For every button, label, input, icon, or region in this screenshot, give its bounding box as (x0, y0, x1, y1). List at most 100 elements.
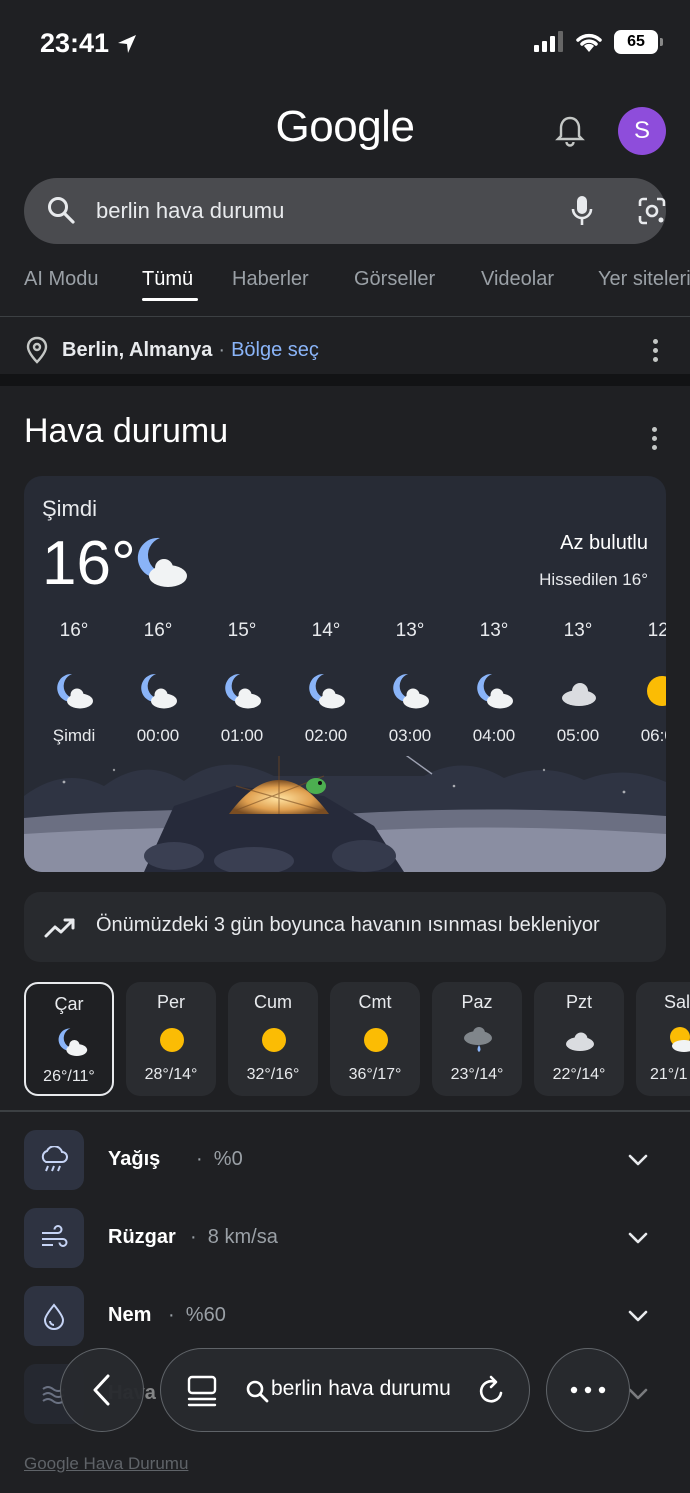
sun-icon (160, 1028, 184, 1052)
detail-value: 8 km/sa (207, 1226, 278, 1248)
hourly-temp: 14° (311, 620, 341, 641)
tab-news[interactable]: Haberler (232, 268, 309, 291)
moon-cloud-icon (477, 673, 513, 709)
day-temps: 32°/16° (246, 1066, 300, 1083)
condition-text: Az bulutlu (560, 532, 648, 554)
moon-cloud-icon (309, 673, 345, 709)
moon-cloud-icon (141, 673, 177, 709)
detail-value-wrap: · %60 (168, 1304, 226, 1327)
battery-icon: 65 (614, 30, 663, 54)
moon-cloud-icon (393, 673, 429, 709)
detail-dot: · (168, 1304, 175, 1326)
detail-value: %0 (213, 1148, 243, 1170)
day-card[interactable]: Cmt 36°/17° (330, 982, 420, 1096)
search-query[interactable]: berlin hava durumu (96, 198, 284, 224)
tab-ai-mode[interactable]: AI Modu (24, 268, 98, 291)
detail-value-wrap: · 8 km/sa (190, 1226, 278, 1249)
weather-menu-icon[interactable] (652, 427, 658, 454)
status-bar: 23:41 65 (0, 0, 690, 90)
feels-like-text: Hissedilen 16° (539, 570, 648, 589)
chevron-down-icon[interactable] (626, 1306, 650, 1326)
address-bar[interactable]: berlin hava durumu (160, 1348, 530, 1432)
search-tabs: AI Modu Tümü Haberler Görseller Videolar… (24, 262, 690, 314)
day-card[interactable]: Sal 21°/1 (636, 982, 690, 1096)
hourly-temp: 12° (647, 620, 666, 641)
rain-cloud-icon (464, 1027, 492, 1052)
day-card[interactable]: Pzt 22°/14° (534, 982, 624, 1096)
day-card[interactable]: Cum 32°/16° (228, 982, 318, 1096)
location-separator: · (218, 338, 226, 361)
sun-icon (262, 1028, 286, 1052)
more-options-button[interactable] (546, 1348, 630, 1432)
detail-dot: · (190, 1226, 197, 1248)
wifi-icon (576, 33, 602, 52)
google-lens-icon[interactable] (636, 195, 668, 227)
hourly-temp: 13° (479, 620, 509, 641)
now-label: Şimdi (42, 496, 98, 521)
location-pin-icon (26, 336, 48, 364)
url-text[interactable]: berlin hava durumu (271, 1377, 453, 1401)
search-bar[interactable]: berlin hava durumu (24, 178, 666, 244)
chevron-down-icon[interactable] (626, 1228, 650, 1248)
precipitation-row[interactable]: Yağış · %0 (24, 1130, 666, 1190)
tab-videos[interactable]: Videolar (481, 268, 554, 291)
tab-images[interactable]: Görseller (354, 268, 435, 291)
day-temps: 26°/11° (43, 1068, 95, 1085)
wind-row[interactable]: Rüzgar · 8 km/sa (24, 1208, 666, 1268)
day-card[interactable]: Çar 26°/11° (24, 982, 114, 1096)
battery-level: 65 (627, 33, 645, 50)
day-card[interactable]: Per 28°/14° (126, 982, 216, 1096)
notifications-bell-icon[interactable] (552, 113, 588, 149)
hourly-time: 06:00 (640, 726, 666, 745)
hourly-temp: 16° (143, 620, 173, 641)
day-temps: 36°/17° (348, 1066, 402, 1083)
humidity-row[interactable]: Nem · %60 (24, 1286, 666, 1346)
location-menu-icon[interactable] (653, 339, 659, 366)
hourly-temp: 15° (227, 620, 257, 641)
humidity-icon (24, 1286, 84, 1346)
account-avatar[interactable]: S (618, 107, 666, 155)
tab-all[interactable]: Tümü (142, 268, 193, 291)
microphone-icon[interactable] (568, 194, 596, 228)
avatar-letter: S (633, 117, 650, 144)
day-name: Çar (54, 994, 84, 1014)
select-region-link[interactable]: Bölge seç (231, 339, 319, 362)
day-name: Per (156, 992, 185, 1012)
location-name: Berlin, Almanya (62, 338, 213, 361)
trend-text: Önümüzdeki 3 gün boyunca havanın ısınmas… (96, 914, 600, 936)
hourly-temp: 13° (563, 620, 593, 641)
google-weather-link[interactable]: Google Hava Durumu (24, 1454, 188, 1474)
day-name: Paz (461, 992, 493, 1012)
weather-title: Hava durumu (24, 412, 229, 450)
chevron-left-icon (93, 1374, 110, 1406)
moon-cloud-icon (58, 1028, 88, 1056)
day-name: Cmt (358, 992, 392, 1012)
hourly-time: 00:00 (136, 726, 180, 745)
detail-dot: · (196, 1148, 203, 1170)
reload-icon[interactable] (477, 1375, 507, 1407)
weather-card: Şimdi 16° Az bulutlu Hissedilen 16° 16° … (24, 476, 666, 872)
detail-value: %60 (185, 1304, 226, 1326)
divider (0, 1110, 690, 1112)
tab-places[interactable]: Yer siteleri (598, 268, 690, 291)
moon-cloud-icon (137, 537, 187, 587)
hourly-time: 05:00 (556, 726, 600, 745)
hourly-time: 03:00 (388, 726, 432, 745)
day-temps: 22°/14° (552, 1066, 606, 1083)
trend-banner: Önümüzdeki 3 gün boyunca havanın ısınmas… (24, 892, 666, 962)
cloud-icon (562, 683, 596, 706)
day-temps: 23°/14° (450, 1066, 504, 1083)
back-button[interactable] (60, 1348, 144, 1432)
tabs-icon[interactable] (187, 1375, 217, 1407)
wind-icon (24, 1208, 84, 1268)
current-temperature: 16° (42, 529, 136, 598)
day-card[interactable]: Paz 23°/14° (432, 982, 522, 1096)
chevron-down-icon[interactable] (626, 1150, 650, 1170)
trending-up-icon (44, 918, 75, 938)
location-row: Berlin, Almanya · Bölge seç (24, 332, 319, 368)
moon-cloud-icon (225, 673, 261, 709)
hourly-time: 01:00 (220, 726, 264, 745)
search-icon (246, 1380, 269, 1403)
day-name: Cum (253, 992, 292, 1012)
sun-icon (364, 1028, 388, 1052)
